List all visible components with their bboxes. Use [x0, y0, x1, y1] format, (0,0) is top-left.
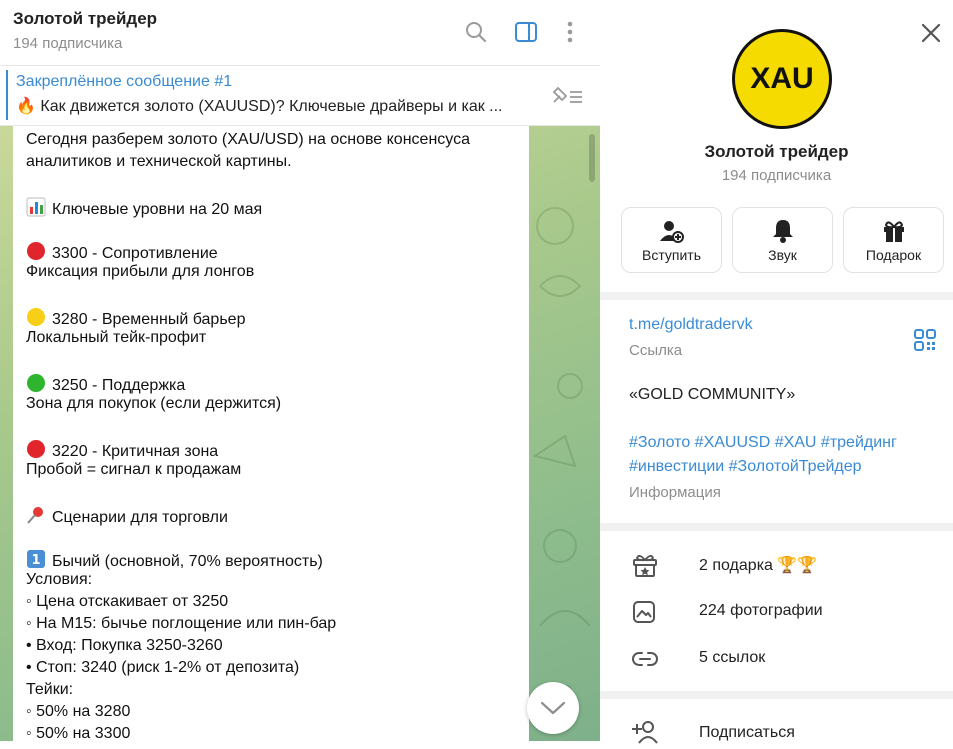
- message-line: • Вход: Покупка 3250-3260: [26, 637, 223, 654]
- gift-button[interactable]: Подарок: [843, 207, 944, 273]
- gift-star-icon: [632, 553, 658, 577]
- user-plus-icon: [632, 720, 658, 744]
- message-line: Тейки:: [26, 681, 74, 698]
- links-count: 5 ссылок: [699, 649, 766, 666]
- search-icon[interactable]: [462, 18, 490, 46]
- bell-icon: [733, 219, 832, 243]
- pinned-text[interactable]: 🔥 Как движется золото (XAUUSD)? Ключевые…: [16, 96, 526, 116]
- join-button-label: Вступить: [641, 247, 701, 263]
- message-line-scenarios-heading: Сценарии для торговли: [26, 505, 228, 530]
- pinned-title[interactable]: Закреплённое сообщение #1: [16, 73, 232, 91]
- subscribe-label: Подписаться: [699, 724, 795, 741]
- gift-button-label: Подарок: [865, 247, 922, 263]
- link-icon: [632, 647, 658, 671]
- message-line: Зона для покупок (если держится): [26, 395, 282, 412]
- channel-link-label: Ссылка: [629, 342, 683, 359]
- join-button[interactable]: Вступить: [621, 207, 722, 273]
- channel-hashtags[interactable]: #Золото #XAUUSD #XAU #трейдинг: [629, 434, 897, 452]
- subscribe-row[interactable]: Подписаться: [600, 700, 953, 746]
- message-line: ◦ На M15: бычье поглощение или пин-бар: [26, 615, 337, 632]
- message-line: Фиксация прибыли для лонгов: [26, 263, 255, 280]
- qr-code-icon[interactable]: [913, 328, 937, 352]
- channel-subscriber-count: 194 подписчика: [721, 167, 832, 184]
- close-icon[interactable]: [918, 20, 944, 46]
- scroll-down-button[interactable]: [527, 682, 579, 734]
- info-label: Информация: [629, 484, 721, 501]
- sound-button[interactable]: Звук: [732, 207, 833, 273]
- channel-hashtags[interactable]: #инвестиции #ЗолотойТрейдер: [629, 458, 862, 476]
- message-line: Сегодня разберем золото (XAU/USD) на осн…: [26, 131, 470, 148]
- channel-description: «GOLD COMMUNITY»: [629, 386, 796, 403]
- gifts-count: 2 подарка 🏆🏆: [699, 557, 818, 574]
- message-line: • Стоп: 3240 (риск 1-2% от депозита): [26, 659, 300, 676]
- gift-icon: [844, 219, 943, 243]
- message-line: ◦ 50% на 3300: [26, 725, 131, 741]
- pinned-indicator: [6, 70, 8, 120]
- photos-count: 224 фотографии: [699, 602, 823, 619]
- chat-title[interactable]: Золотой трейдер: [13, 9, 157, 29]
- svg-text:1: 1: [31, 553, 40, 568]
- channel-avatar[interactable]: XAU: [732, 29, 832, 129]
- pushpin-icon: [26, 505, 46, 530]
- photo-icon: [632, 600, 658, 624]
- chat-panel: Золотой трейдер 194 подписчика Закреплён…: [0, 0, 600, 741]
- chart-emoji-icon: [26, 197, 46, 222]
- message-line: Пробой = сигнал к продажам: [26, 461, 242, 478]
- chat-subscriber-count: 194 подписчика: [13, 35, 123, 52]
- user-add-icon: [622, 219, 721, 243]
- message-line: аналитиков и технической картины.: [26, 153, 292, 170]
- message-line: ◦ 50% на 3280: [26, 703, 131, 720]
- chevron-down-icon: [540, 701, 566, 715]
- more-menu-icon[interactable]: [556, 18, 584, 46]
- pinned-list-icon[interactable]: [550, 82, 586, 110]
- sidebar-toggle-icon[interactable]: [512, 18, 540, 46]
- links-row[interactable]: 5 ссылок: [600, 636, 953, 682]
- chat-scrollbar[interactable]: [589, 134, 595, 182]
- message-line-levels-heading: Ключевые уровни на 20 мая: [26, 197, 262, 222]
- sound-button-label: Звук: [768, 247, 797, 263]
- gifts-row[interactable]: 2 подарка 🏆🏆: [600, 542, 953, 588]
- channel-link[interactable]: t.me/goldtradervk: [629, 316, 753, 334]
- message-line: ◦ Цена отскакивает от 3250: [26, 593, 229, 610]
- message-line: Локальный тейк-профит: [26, 329, 207, 346]
- message-line: Условия:: [26, 571, 93, 588]
- photos-row[interactable]: 224 фотографии: [600, 589, 953, 635]
- channel-name: Золотой трейдер: [704, 142, 849, 161]
